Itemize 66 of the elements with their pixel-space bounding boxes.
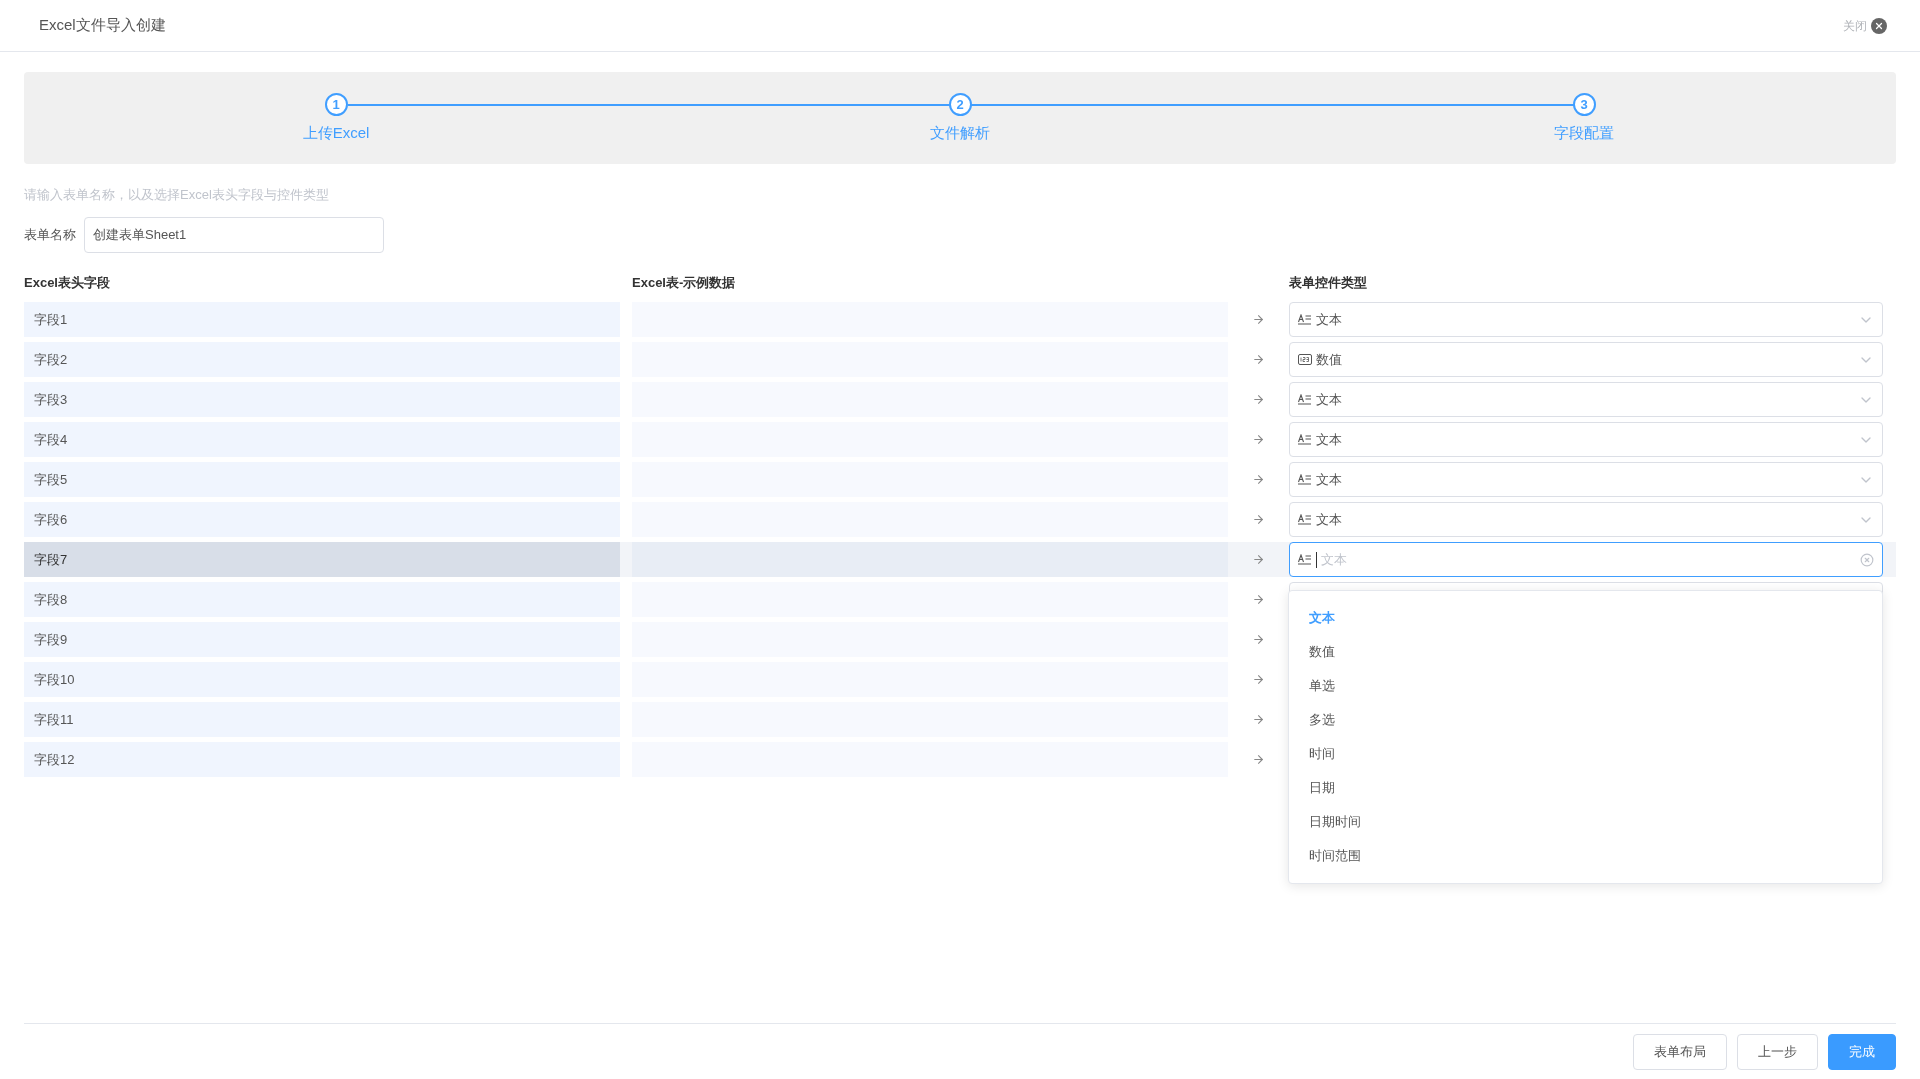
form-name-label: 表单名称: [24, 225, 76, 244]
field-cell: 字段2: [24, 342, 620, 377]
select-field[interactable]: 文本: [1289, 382, 1883, 417]
field-cell: 字段8: [24, 582, 620, 617]
field-cell: 字段5: [24, 462, 620, 497]
text-type-icon: [1298, 514, 1312, 525]
select-value: 文本: [1316, 470, 1342, 489]
field-cell: 字段10: [24, 662, 620, 697]
select-value: 数值: [1316, 350, 1342, 369]
text-type-icon: [1298, 434, 1312, 445]
dropdown-option[interactable]: 时间: [1289, 737, 1882, 771]
field-cell: 字段4: [24, 422, 620, 457]
text-cursor: [1316, 551, 1317, 568]
footer-button[interactable]: 表单布局: [1633, 1033, 1727, 1070]
number-type-icon: [1298, 354, 1312, 365]
text-type-icon: [1298, 554, 1312, 565]
select-value: 文本: [1316, 390, 1342, 409]
select-value: 文本: [1316, 310, 1342, 329]
step-label: 文件解析: [930, 123, 990, 143]
select-value: 文本: [1316, 510, 1342, 529]
column-header: 表单控件类型: [1289, 273, 1367, 292]
arrow-right-icon: [1252, 593, 1265, 606]
clear-icon[interactable]: [1860, 552, 1874, 567]
select-field[interactable]: 文本: [1289, 302, 1883, 337]
arrow-right-icon: [1252, 353, 1265, 366]
footer-button[interactable]: 上一步: [1737, 1033, 1818, 1070]
field-cell: 字段12: [24, 742, 620, 777]
field-cell: 字段3: [24, 382, 620, 417]
arrow-right-icon: [1252, 313, 1265, 326]
text-type-icon: [1298, 394, 1312, 405]
form-name-field[interactable]: 创建表单Sheet1: [84, 216, 384, 253]
dropdown-option[interactable]: 日期: [1289, 771, 1882, 805]
field-cell: 字段11: [24, 702, 620, 737]
dropdown-option[interactable]: 多选: [1289, 703, 1882, 737]
select-value: 文本: [1316, 430, 1342, 449]
arrow-right-icon: [1252, 633, 1265, 646]
select-field[interactable]: 文本: [1289, 502, 1883, 537]
arrow-right-icon: [1252, 433, 1265, 446]
close-icon: [1871, 17, 1887, 34]
step-label: 字段配置: [1554, 123, 1614, 143]
arrow-right-icon: [1252, 713, 1265, 726]
arrow-right-icon: [1252, 513, 1265, 526]
field-cell: 字段1: [24, 302, 620, 337]
step-label: 上传Excel: [302, 123, 370, 143]
field-cell: 字段9: [24, 622, 620, 657]
dropdown-option[interactable]: 时间范围: [1289, 839, 1882, 873]
dropdown-option[interactable]: 单选: [1289, 669, 1882, 703]
arrow-right-icon: [1252, 753, 1265, 766]
arrow-right-icon: [1252, 393, 1265, 406]
field-cell: 字段7: [24, 542, 620, 577]
arrow-right-icon: [1252, 473, 1265, 486]
text-type-icon: [1298, 314, 1312, 325]
select-field[interactable]: 文本: [1289, 462, 1883, 497]
dropdown-option[interactable]: 日期时间: [1289, 805, 1882, 839]
select-placeholder: 文本: [1321, 550, 1347, 569]
arrow-right-icon: [1252, 673, 1265, 686]
select-field[interactable]: 数值: [1289, 342, 1883, 377]
field-cell: 字段6: [24, 502, 620, 537]
column-header: Excel表头字段: [24, 273, 111, 292]
column-header: Excel表-示例数据: [632, 273, 737, 292]
arrow-right-icon: [1252, 553, 1265, 566]
select-field[interactable]: 文本: [1289, 422, 1883, 457]
text-type-icon: [1298, 474, 1312, 485]
dropdown-option[interactable]: 数值: [1289, 635, 1882, 669]
window-title: Excel文件导入创建: [39, 15, 166, 36]
hint-text: 请输入表单名称，以及选择Excel表头字段与控件类型: [24, 186, 330, 204]
